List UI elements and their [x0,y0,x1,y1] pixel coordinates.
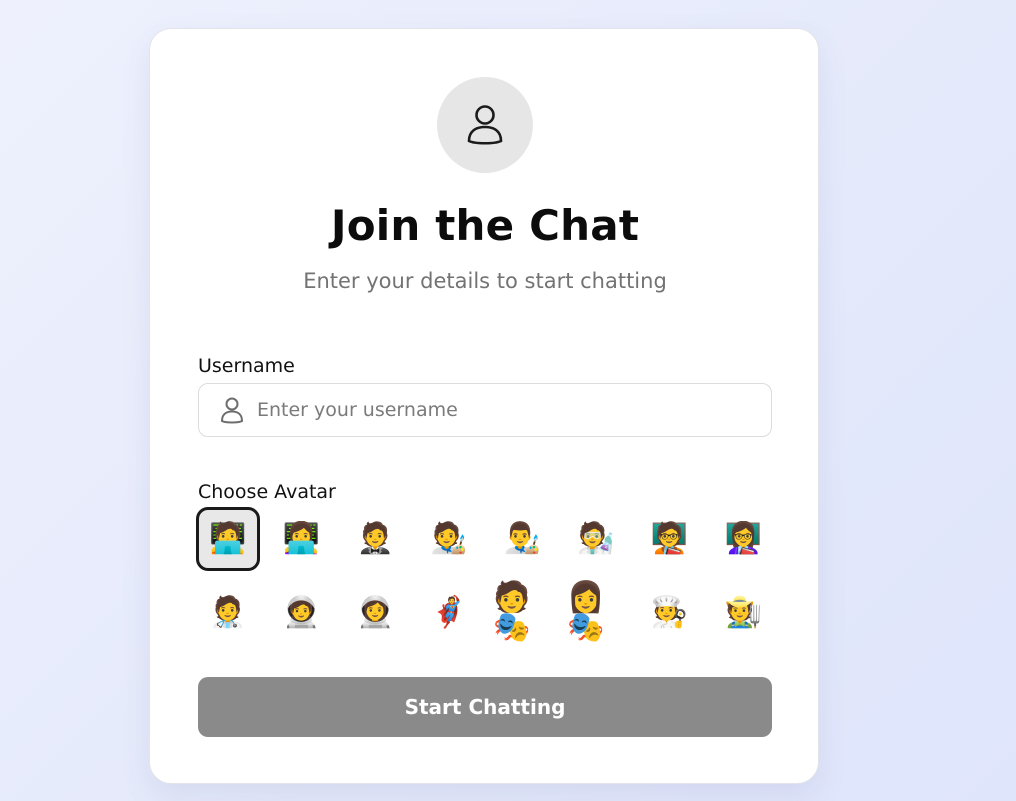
avatar-option[interactable]: 🧑‍⚕️ [196,581,260,645]
user-icon [467,105,503,145]
avatar-option[interactable]: 🧑‍🌾 [711,581,775,645]
avatar-option[interactable]: 👩‍🚀 [343,581,407,645]
avatar-label: Choose Avatar [198,481,336,503]
header-avatar [437,77,533,173]
avatar-option[interactable]: 👩‍💻 [270,507,334,571]
username-field[interactable] [198,383,772,437]
page-subtitle: Enter your details to start chatting [303,269,667,293]
username-label: Username [198,355,295,377]
avatar-grid: 🧑‍💻 👩‍💻 🤵 🧑‍🎨 👨‍🎨 🧑‍🔬 🧑‍🏫 👩‍🏫 🧑‍⚕️ 🧑‍🚀 👩‍🚀 🦸 🧑🎭 👩🎭 🧑‍🍳… [196,507,774,645]
avatar-option[interactable]: 🧑‍🚀 [270,581,334,645]
avatar-option[interactable]: 👨‍🎨 [490,507,554,571]
username-input[interactable] [257,399,737,421]
avatar-option[interactable]: 👩🎭 [564,581,628,645]
avatar-option[interactable]: 🤵 [343,507,407,571]
avatar-option[interactable]: 👩‍🏫 [711,507,775,571]
join-card: Join the Chat Enter your details to star… [149,28,819,784]
avatar-option[interactable]: 🧑‍🏫 [638,507,702,571]
avatar-option[interactable]: 🧑‍💻 [196,507,260,571]
avatar-option[interactable]: 🧑‍🍳 [638,581,702,645]
start-chatting-button[interactable]: Start Chatting [198,677,772,737]
avatar-option[interactable]: 🧑‍🎨 [417,507,481,571]
avatar-option[interactable]: 🧑‍🔬 [564,507,628,571]
user-icon [219,396,245,424]
avatar-option[interactable]: 🧑🎭 [490,581,554,645]
avatar-option[interactable]: 🦸 [417,581,481,645]
page-title: Join the Chat [330,201,640,250]
